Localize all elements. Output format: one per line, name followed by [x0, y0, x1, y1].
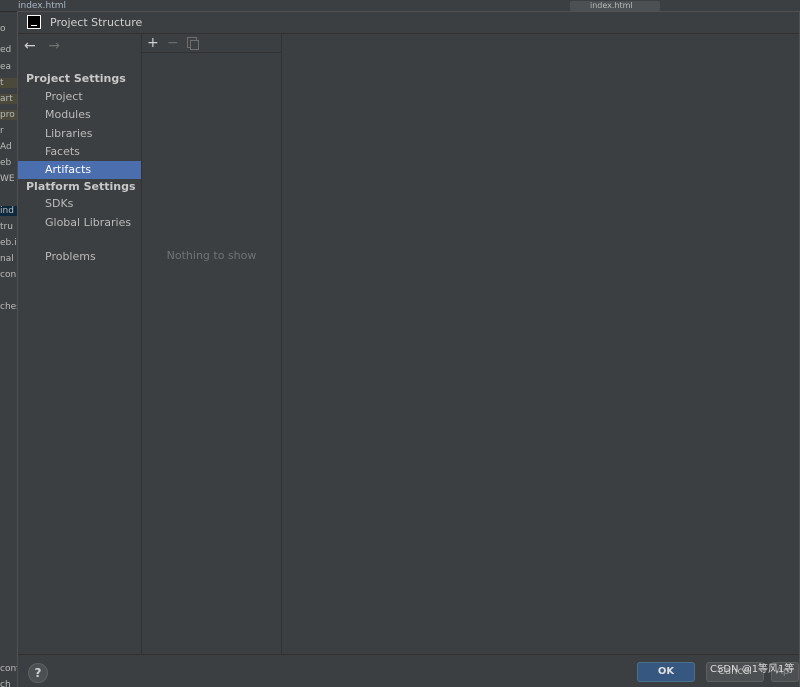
tree-fragment[interactable]: ch [0, 680, 18, 687]
nav-item-sdks[interactable]: SDKs [18, 195, 141, 213]
empty-list-text: Nothing to show [166, 249, 257, 262]
tree-fragment[interactable]: art [0, 94, 18, 104]
nav-item-global-libraries[interactable]: Global Libraries [18, 214, 141, 232]
add-artifact-button[interactable]: + [147, 35, 159, 51]
tree-fragment[interactable]: Ad [0, 142, 18, 152]
run-config-select[interactable]: index.html [570, 1, 660, 11]
tree-fragment[interactable]: o [0, 24, 18, 34]
back-arrow-icon[interactable]: ← [24, 38, 36, 54]
project-tree-strip: o ed ea t art pro r Ad eb WE ind tru eb.… [0, 12, 18, 687]
section-platform-settings: Platform Settings [26, 180, 136, 193]
dialog-footer: ? OK Cancel Ap [18, 654, 799, 687]
dialog-title: Project Structure [50, 16, 143, 29]
tree-fragment[interactable]: ea [0, 62, 18, 72]
tree-fragment[interactable]: tru [0, 222, 18, 232]
tree-fragment[interactable]: con [0, 270, 18, 280]
editor-tab[interactable]: index.html [18, 1, 66, 11]
help-button[interactable]: ? [28, 663, 48, 683]
nav-item-problems[interactable]: Problems [18, 248, 141, 266]
tree-fragment[interactable]: ed [0, 45, 18, 55]
section-project-settings: Project Settings [26, 72, 126, 85]
nav-arrows: ← → [24, 38, 60, 54]
tree-fragment[interactable]: nal [0, 254, 18, 264]
tree-fragment[interactable]: r [0, 126, 18, 136]
watermark: CSDN @1等风1等 [710, 664, 795, 675]
tree-fragment[interactable]: cont [0, 664, 18, 674]
tree-fragment[interactable]: eb.ir [0, 238, 18, 248]
nav-item-facets[interactable]: Facets [18, 143, 141, 161]
tree-fragment[interactable]: ind [0, 206, 18, 216]
tree-fragment[interactable]: WE [0, 174, 18, 184]
list-toolbar: + − [142, 34, 281, 53]
tree-fragment[interactable]: pro [0, 110, 18, 120]
ok-button[interactable]: OK [637, 662, 695, 682]
tree-fragment[interactable]: ches [0, 302, 18, 312]
detail-pane [282, 34, 799, 654]
forward-arrow-icon[interactable]: → [48, 38, 60, 54]
intellij-logo-icon [27, 15, 41, 29]
dialog-titlebar[interactable]: Project Structure [18, 12, 799, 34]
nav-item-modules[interactable]: Modules [18, 106, 141, 124]
project-structure-dialog: Project Structure ← → Project Settings P… [17, 11, 800, 687]
copy-icon[interactable] [187, 37, 199, 50]
tree-fragment[interactable]: eb [0, 158, 18, 168]
remove-artifact-button[interactable]: − [167, 35, 179, 51]
artifacts-list-pane: + − Nothing to show [141, 34, 282, 654]
tree-fragment[interactable]: t [0, 78, 18, 88]
nav-item-libraries[interactable]: Libraries [18, 125, 141, 143]
nav-item-project[interactable]: Project [18, 88, 141, 106]
nav-item-artifacts[interactable]: Artifacts [18, 161, 141, 179]
settings-nav: ← → Project Settings Project Modules Lib… [18, 34, 141, 654]
